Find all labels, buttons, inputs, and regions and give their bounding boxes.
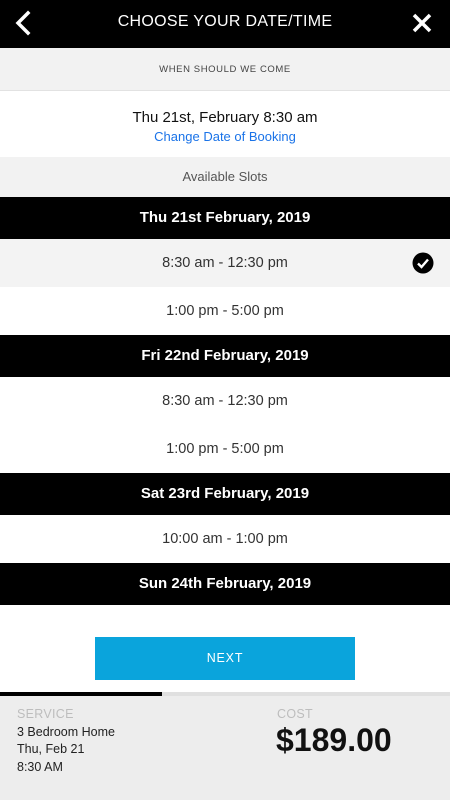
selected-datetime: Thu 21st, February 8:30 am: [132, 109, 318, 126]
cost-label: COST: [277, 707, 313, 721]
time-slot[interactable]: 1:00 pm - 5:00 pm: [0, 425, 450, 473]
time-slot-label: 1:00 pm - 5:00 pm: [166, 441, 284, 457]
booking-summary: SERVICE 3 Bedroom Home Thu, Feb 21 8:30 …: [0, 696, 450, 800]
close-icon[interactable]: [410, 11, 434, 35]
next-button[interactable]: NEXT: [95, 637, 355, 680]
change-date-link[interactable]: Change Date of Booking: [0, 129, 450, 144]
page-title: CHOOSE YOUR DATE/TIME: [117, 13, 333, 30]
selected-datetime-panel: Thu 21st, February 8:30 am Change Date o…: [0, 91, 450, 157]
time-slot-label: 8:30 am - 12:30 pm: [162, 393, 288, 409]
day-header: Sat 23rd February, 2019: [0, 473, 450, 515]
cost-value: $189.00: [276, 722, 392, 758]
time-slot[interactable]: 10:00 am - 1:00 pm: [0, 515, 450, 563]
day-header: Sun 24th February, 2019: [0, 563, 450, 605]
time-slot[interactable]: 8:30 am - 12:30 pm: [0, 239, 450, 287]
day-header: Fri 22nd February, 2019: [0, 335, 450, 377]
top-bar: CHOOSE YOUR DATE/TIME: [0, 0, 450, 48]
day-header: Thu 21st February, 2019: [0, 197, 450, 239]
time-slot-label: 8:30 am - 12:30 pm: [162, 255, 288, 271]
time-slot[interactable]: 1:00 pm - 5:00 pm: [0, 287, 450, 335]
check-circle-icon: [412, 252, 434, 274]
available-slots-label: Available Slots: [0, 157, 450, 197]
service-label: SERVICE: [17, 707, 74, 721]
service-date: Thu, Feb 21: [17, 742, 85, 756]
service-name: 3 Bedroom Home: [17, 725, 115, 739]
time-slot-label: 1:00 pm - 5:00 pm: [166, 303, 284, 319]
time-slot[interactable]: 8:30 am - 12:30 pm: [0, 377, 450, 425]
time-slot-label: 10:00 am - 1:00 pm: [162, 531, 288, 547]
service-time: 8:30 AM: [17, 760, 63, 774]
when-section-label: WHEN SHOULD WE COME: [0, 48, 450, 91]
